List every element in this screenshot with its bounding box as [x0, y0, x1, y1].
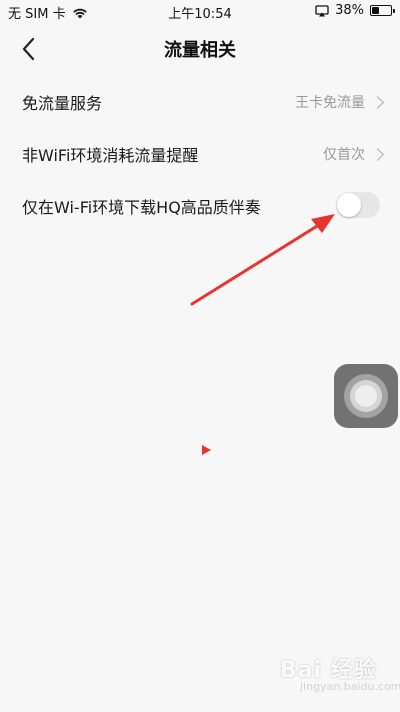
setting-row-hq-wifi-only: 仅在Wi-Fi环境下载HQ高品质伴奏 — [0, 180, 400, 232]
setting-value: 王卡免流量 — [295, 95, 365, 111]
toggle-knob — [337, 193, 361, 217]
battery-icon — [370, 5, 395, 16]
battery-percent: 38% — [335, 3, 364, 18]
setting-value-group: 王卡免流量 — [295, 92, 384, 112]
settings-list: 免流量服务 王卡免流量 非WiFi环境消耗流量提醒 仅首次 仅在Wi-Fi环境下… — [0, 76, 400, 232]
chevron-right-icon — [371, 147, 384, 161]
watermark-url: jingyan.baidu.com — [300, 680, 400, 693]
page-title: 流量相关 — [164, 40, 236, 61]
chevron-right-icon — [371, 95, 384, 109]
setting-row-free-data-service[interactable]: 免流量服务 王卡免流量 — [0, 76, 400, 128]
assistive-touch-button[interactable] — [334, 364, 398, 428]
assistive-center-dot — [355, 385, 377, 407]
setting-label: 免流量服务 — [22, 94, 103, 113]
setting-row-non-wifi-reminder[interactable]: 非WiFi环境消耗流量提醒 仅首次 — [0, 128, 400, 180]
red-pointer-marker — [202, 445, 211, 455]
setting-value-group: 仅首次 — [323, 144, 384, 164]
setting-value: 仅首次 — [323, 147, 365, 163]
hq-download-toggle[interactable] — [336, 192, 380, 218]
setting-label: 非WiFi环境消耗流量提醒 — [22, 146, 199, 165]
status-bar: 无 SIM 卡 上午10:54 38% — [0, 0, 400, 22]
nav-bar: 流量相关 — [0, 22, 400, 74]
status-right: 38% — [315, 3, 395, 18]
battery-fill — [372, 7, 379, 14]
setting-label: 仅在Wi-Fi环境下载HQ高品质伴奏 — [22, 198, 261, 217]
screen-mirroring-icon — [315, 4, 329, 16]
